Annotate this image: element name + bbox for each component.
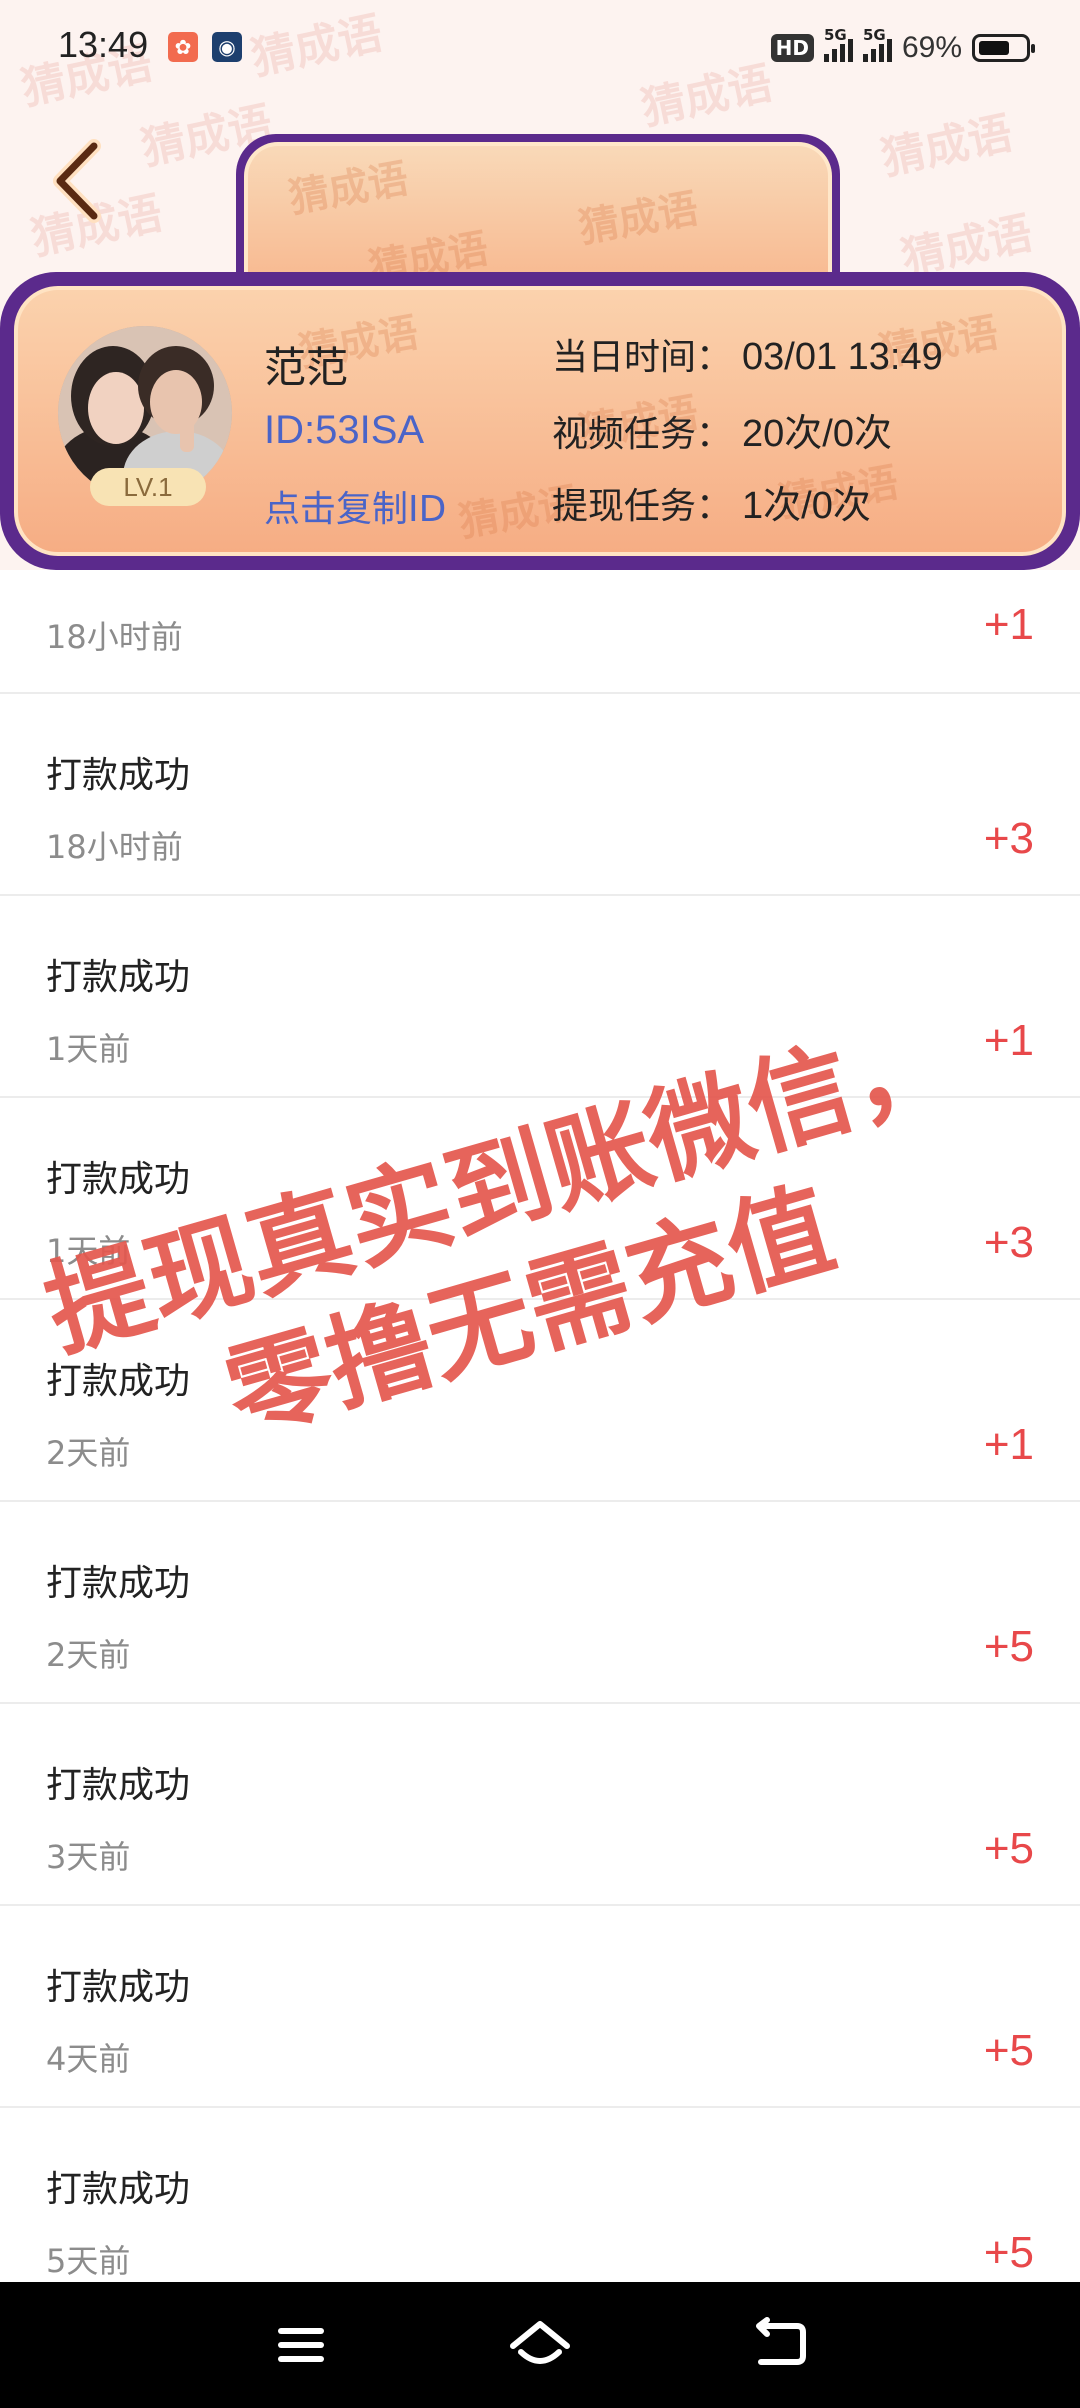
battery-percent: 69% [901, 31, 962, 64]
record-time: 5天前 [46, 2242, 131, 2280]
video-task-row: 视频任务： 20次/0次 [552, 402, 892, 457]
record-amount: +1 [983, 1016, 1034, 1065]
status-bar: 13:49 ✿ ◉ HD 5G 5G 69% [0, 0, 1080, 96]
user-id: ID:53ISA [264, 408, 425, 452]
record-time: 2天前 [46, 1636, 131, 1674]
user-info-card: 猜成语 猜成语 猜成语 猜成语 猜成语 LV.1 范范 ID:53ISA 点击复… [0, 272, 1080, 570]
user-info-panel: 猜成语 猜成语 猜成语 猜成语 猜成语 LV.1 范范 ID:53ISA 点击复… [14, 286, 1066, 556]
record-title: 打款成功 [46, 957, 191, 998]
chevron-left-icon [53, 139, 101, 223]
copy-id-button[interactable]: 点击复制ID [264, 480, 446, 532]
record-time: 1天前 [46, 1232, 131, 1270]
status-icons: HD 5G 5G 69% [770, 26, 1035, 68]
home-button[interactable] [505, 2310, 575, 2380]
withdraw-task-label: 提现任务： [552, 486, 733, 527]
record-title: 打款成功 [46, 1563, 191, 1604]
record-title: 打款成功 [46, 1361, 191, 1402]
record-time: 1天前 [46, 1030, 131, 1068]
signal-icon: 5G [862, 26, 892, 62]
record-time: 18小时前 [46, 618, 183, 656]
withdraw-task-value: 1次/0次 [742, 485, 871, 527]
page: 猜成语 猜成语 猜成语 猜成语 猜成语 猜成语 猜成语 13:49 ✿ ◉ HD… [0, 0, 1080, 2408]
video-task-label: 视频任务： [552, 414, 733, 455]
record-amount: +5 [983, 1622, 1034, 1671]
status-time: 13:49 [58, 24, 149, 65]
record-time: 2天前 [46, 1434, 131, 1472]
record-amount: +3 [983, 1218, 1034, 1267]
record-title: 打款成功 [46, 1967, 191, 2008]
list-item[interactable]: 18小时前 +1 [0, 570, 1080, 694]
list-item[interactable]: 打款成功 1天前 +1 [0, 896, 1080, 1098]
record-title: 打款成功 [46, 755, 191, 796]
record-amount: +5 [983, 2026, 1034, 2075]
list-item[interactable]: 打款成功 4天前 +5 [0, 1906, 1080, 2108]
video-task-value: 20次/0次 [742, 413, 892, 455]
list-item[interactable]: 打款成功 3天前 +5 [0, 1704, 1080, 1906]
payout-record-list: 18小时前 +1 打款成功 18小时前 +3 打款成功 1天前 +1 打款成功 … [0, 570, 1080, 2310]
record-amount: +5 [983, 2228, 1034, 2277]
record-amount: +1 [983, 600, 1034, 649]
record-title: 打款成功 [46, 1159, 191, 1200]
record-time: 4天前 [46, 2040, 131, 2078]
record-amount: +3 [983, 814, 1034, 863]
list-item[interactable]: 打款成功 18小时前 +3 [0, 694, 1080, 896]
withdraw-task-row: 提现任务： 1次/0次 [552, 474, 871, 529]
list-item[interactable]: 打款成功 1天前 +3 [0, 1098, 1080, 1300]
record-amount: +1 [983, 1420, 1034, 1469]
network-type-label: 5G [862, 26, 886, 44]
record-title: 打款成功 [46, 1765, 191, 1806]
level-badge: LV.1 [90, 468, 206, 506]
system-nav-bar [0, 2282, 1080, 2408]
back-icon [756, 2317, 806, 2365]
date-label: 当日时间： [552, 337, 733, 378]
battery-icon [972, 34, 1035, 62]
network-type-label: 5G [823, 26, 847, 44]
list-item[interactable]: 打款成功 5天前 +5 [0, 2108, 1080, 2310]
signal-icon: 5G [823, 26, 853, 62]
menu-button[interactable] [266, 2310, 336, 2380]
date-value: 03/01 13:49 [742, 336, 943, 378]
menu-icon [278, 2328, 324, 2362]
app-notification-icon: ✿ [168, 32, 198, 62]
record-amount: +5 [983, 1824, 1034, 1873]
record-time: 18小时前 [46, 828, 183, 866]
back-nav-button[interactable] [745, 2310, 815, 2380]
watermark-text: 猜成语 [285, 155, 412, 223]
watermark-text: 猜成语 [877, 107, 1017, 186]
list-item[interactable]: 打款成功 2天前 +5 [0, 1502, 1080, 1704]
record-time: 3天前 [46, 1838, 131, 1876]
record-title: 打款成功 [46, 2169, 191, 2210]
date-info-row: 当日时间： 03/01 13:49 [552, 328, 943, 380]
user-name: 范范 [264, 343, 349, 392]
home-icon [510, 2321, 570, 2364]
shield-notification-icon: ◉ [212, 32, 242, 62]
list-item[interactable]: 打款成功 2天前 +1 [0, 1300, 1080, 1502]
hd-voice-icon: HD [770, 34, 814, 62]
back-button[interactable] [46, 136, 116, 226]
watermark-text: 猜成语 [575, 185, 702, 253]
